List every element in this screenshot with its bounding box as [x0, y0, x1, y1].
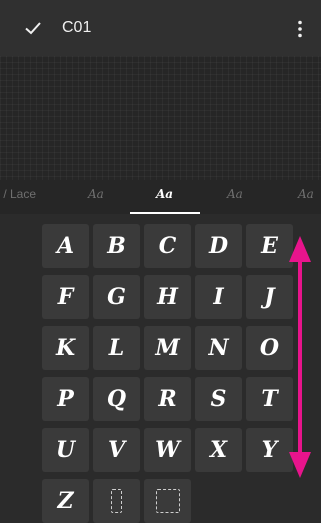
letter-key[interactable]: C: [144, 224, 191, 268]
wide-space-icon: [155, 489, 180, 513]
check-icon[interactable]: [24, 19, 42, 37]
letter-key[interactable]: Q: [93, 377, 140, 421]
letter-key[interactable]: F: [42, 275, 89, 319]
letter-key[interactable]: Z: [42, 479, 89, 523]
narrow-space-key[interactable]: [93, 479, 140, 523]
more-vert-icon[interactable]: [297, 20, 303, 38]
narrow-space-icon: [111, 489, 122, 513]
letter-key[interactable]: K: [42, 326, 89, 370]
letter-key[interactable]: P: [42, 377, 89, 421]
tab-lace[interactable]: r / Lace: [0, 180, 36, 214]
design-canvas[interactable]: [0, 56, 321, 180]
letter-key[interactable]: N: [195, 326, 242, 370]
letter-key[interactable]: V: [93, 428, 140, 472]
document-title: C01: [62, 19, 92, 36]
letter-key[interactable]: I: [195, 275, 242, 319]
letter-key[interactable]: B: [93, 224, 140, 268]
tab-style-3[interactable]: Aa: [227, 180, 243, 214]
letter-key[interactable]: L: [93, 326, 140, 370]
active-tab-indicator: [130, 212, 200, 214]
double-arrow-icon: [289, 236, 311, 478]
letter-key[interactable]: X: [195, 428, 242, 472]
letter-key[interactable]: J: [246, 275, 293, 319]
tab-style-4[interactable]: Aa: [298, 180, 314, 214]
letter-key[interactable]: D: [195, 224, 242, 268]
letter-key[interactable]: U: [42, 428, 89, 472]
font-style-tabs: r / Lace Aa Aa Aa Aa: [0, 180, 321, 214]
top-toolbar: C01: [0, 0, 321, 56]
letter-key[interactable]: M: [144, 326, 191, 370]
letter-key[interactable]: T: [246, 377, 293, 421]
tab-style-2[interactable]: Aa: [156, 180, 173, 214]
letter-key[interactable]: W: [144, 428, 191, 472]
tab-style-1[interactable]: Aa: [88, 180, 104, 214]
letter-key[interactable]: A: [42, 224, 89, 268]
letter-key[interactable]: G: [93, 275, 140, 319]
letter-key[interactable]: Y: [246, 428, 293, 472]
letter-key[interactable]: S: [195, 377, 242, 421]
letter-grid: A B C D E F G H I J K L M N O P Q R S T …: [42, 224, 293, 523]
letter-key[interactable]: H: [144, 275, 191, 319]
letter-key[interactable]: O: [246, 326, 293, 370]
letter-key[interactable]: E: [246, 224, 293, 268]
wide-space-key[interactable]: [144, 479, 191, 523]
letter-key[interactable]: R: [144, 377, 191, 421]
